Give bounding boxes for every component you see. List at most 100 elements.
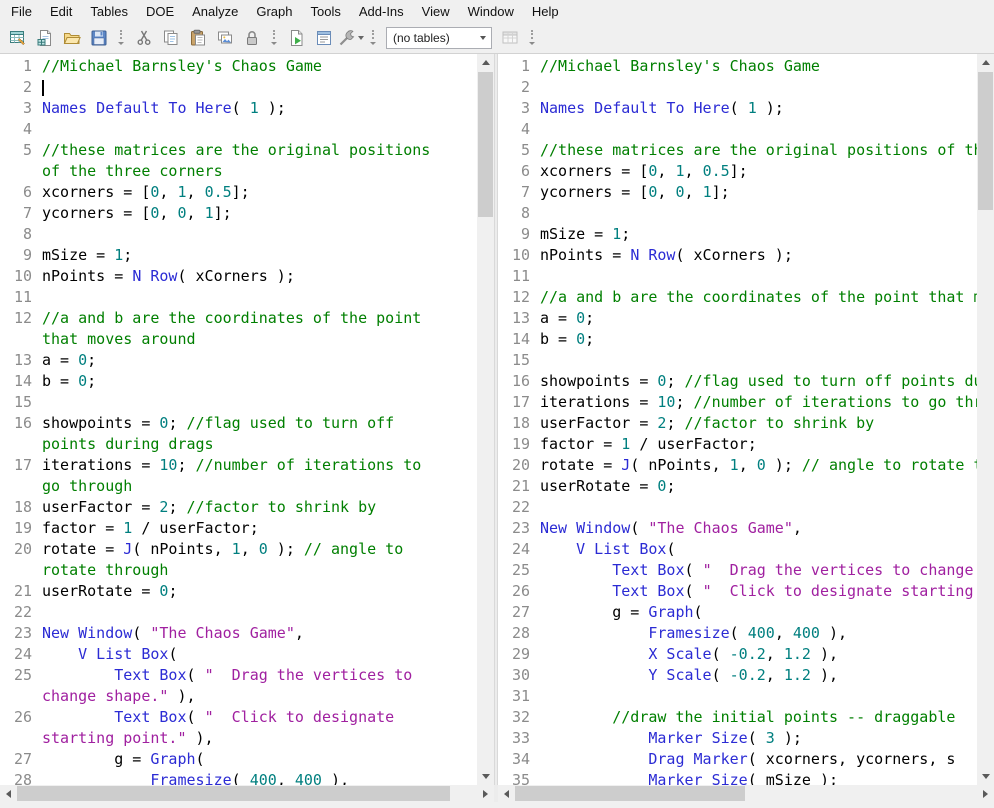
code-line: [530, 497, 977, 518]
lock-icon: [243, 29, 261, 47]
new-document-button[interactable]: [31, 25, 58, 51]
code-line: a = 0;: [530, 308, 977, 329]
code-row: starting point." ),: [0, 728, 477, 749]
code-row: 4: [0, 119, 477, 140]
menu-doe[interactable]: DOE: [137, 2, 183, 21]
code-line: Marker Size( 3 );: [530, 728, 977, 749]
scrollbar-thumb[interactable]: [515, 786, 745, 801]
open-button[interactable]: [58, 25, 85, 51]
copy-button[interactable]: [157, 25, 184, 51]
toolbar-grip[interactable]: [115, 25, 127, 51]
code-editor-right[interactable]: 1//Michael Barnsley's Chaos Game23Names …: [498, 54, 977, 785]
code-line: [530, 266, 977, 287]
code-row: 15: [0, 392, 477, 413]
new-data-table-button[interactable]: [4, 25, 31, 51]
code-row: 26 Text Box( " Click to designate starti…: [498, 581, 977, 602]
menu-edit[interactable]: Edit: [41, 2, 81, 21]
menu-help[interactable]: Help: [523, 2, 568, 21]
scroll-left-button[interactable]: [498, 785, 515, 802]
code-line: [530, 203, 977, 224]
line-number: 3: [498, 98, 530, 119]
code-line: [530, 119, 977, 140]
lock-button[interactable]: [238, 25, 265, 51]
code-line: iterations = 10; //number of iterations …: [530, 392, 977, 413]
toolbar-grip[interactable]: [268, 25, 280, 51]
code-row: 14b = 0;: [498, 329, 977, 350]
line-number: [0, 560, 32, 581]
code-line: //Michael Barnsley's Chaos Game: [530, 56, 977, 77]
line-number: 16: [498, 371, 530, 392]
run-script-button[interactable]: [283, 25, 310, 51]
menu-view[interactable]: View: [413, 2, 459, 21]
code-line: //draw the initial points -- draggable: [530, 707, 977, 728]
code-line: //these matrices are the original positi…: [32, 140, 477, 161]
line-number: 28: [498, 623, 530, 644]
scrollbar-thumb[interactable]: [978, 72, 993, 210]
code-row: 19factor = 1 / userFactor;: [498, 434, 977, 455]
vertical-scrollbar-right[interactable]: [977, 54, 994, 785]
tables-dropdown[interactable]: (no tables): [386, 27, 492, 49]
paste-button[interactable]: [184, 25, 211, 51]
scroll-down-button[interactable]: [977, 768, 994, 785]
cut-button[interactable]: [130, 25, 157, 51]
horizontal-scrollbar-left[interactable]: [0, 785, 494, 802]
menu-file[interactable]: File: [2, 2, 41, 21]
code-row: 33 Marker Size( 3 );: [498, 728, 977, 749]
menu-bar: File Edit Tables DOE Analyze Graph Tools…: [0, 0, 994, 22]
scroll-up-button[interactable]: [977, 54, 994, 71]
menu-tools[interactable]: Tools: [302, 2, 350, 21]
scroll-left-button[interactable]: [0, 785, 17, 802]
code-row: 35 Marker Size( mSize );: [498, 770, 977, 785]
code-line: nPoints = N Row( xCorners );: [530, 245, 977, 266]
line-number: 20: [0, 539, 32, 560]
new-script-button[interactable]: [310, 25, 337, 51]
save-button[interactable]: [85, 25, 112, 51]
code-editor-left[interactable]: 1//Michael Barnsley's Chaos Game23Names …: [0, 54, 477, 785]
code-line: mSize = 1;: [530, 224, 977, 245]
code-row: 22: [498, 497, 977, 518]
code-line: nPoints = N Row( xCorners );: [32, 266, 477, 287]
scrollbar-thumb[interactable]: [17, 786, 450, 801]
line-number: 18: [498, 413, 530, 434]
new-data-table-icon: [9, 29, 27, 47]
data-table-button[interactable]: [496, 25, 523, 51]
code-line: that moves around: [32, 329, 477, 350]
menu-tables[interactable]: Tables: [81, 2, 137, 21]
code-line: xcorners = [0, 1, 0.5];: [530, 161, 977, 182]
vertical-scrollbar-left[interactable]: [477, 54, 494, 785]
code-row: 23New Window( "The Chaos Game",: [498, 518, 977, 539]
scroll-down-button[interactable]: [477, 768, 494, 785]
toolbar-grip[interactable]: [526, 25, 538, 51]
menu-analyze[interactable]: Analyze: [183, 2, 247, 21]
tools-button[interactable]: [337, 25, 364, 51]
copy-picture-button[interactable]: [211, 25, 238, 51]
code-line: New Window( "The Chaos Game",: [530, 518, 977, 539]
code-row: change shape." ),: [0, 686, 477, 707]
cut-scissors-icon: [135, 29, 153, 47]
scroll-right-button[interactable]: [477, 785, 494, 802]
code-row: 12//a and b are the coordinates of the p…: [498, 287, 977, 308]
code-row: 3Names Default To Here( 1 );: [498, 98, 977, 119]
code-line: userFactor = 2; //factor to shrink by: [32, 497, 477, 518]
line-number: 1: [498, 56, 530, 77]
horizontal-scrollbar-right[interactable]: [498, 785, 994, 802]
menu-window[interactable]: Window: [459, 2, 523, 21]
line-number: 2: [498, 77, 530, 98]
scrollbar-thumb[interactable]: [478, 72, 493, 217]
new-document-icon: [36, 29, 54, 47]
code-row: 34 Drag Marker( xcorners, ycorners, s: [498, 749, 977, 770]
copy-icon: [162, 29, 180, 47]
horizontal-scrollbar-row: [0, 785, 994, 802]
scroll-right-button[interactable]: [977, 785, 994, 802]
scroll-up-button[interactable]: [477, 54, 494, 71]
menu-addins[interactable]: Add-Ins: [350, 2, 413, 21]
code-line: userFactor = 2; //factor to shrink by: [530, 413, 977, 434]
toolbar-grip[interactable]: [367, 25, 379, 51]
menu-graph[interactable]: Graph: [247, 2, 301, 21]
code-line: [32, 77, 477, 98]
code-row: 26 Text Box( " Click to designate: [0, 707, 477, 728]
code-row: 7ycorners = [0, 0, 1];: [498, 182, 977, 203]
code-row: 17iterations = 10; //number of iteration…: [498, 392, 977, 413]
code-line: Y Scale( -0.2, 1.2 ),: [530, 665, 977, 686]
code-line: xcorners = [0, 1, 0.5];: [32, 182, 477, 203]
